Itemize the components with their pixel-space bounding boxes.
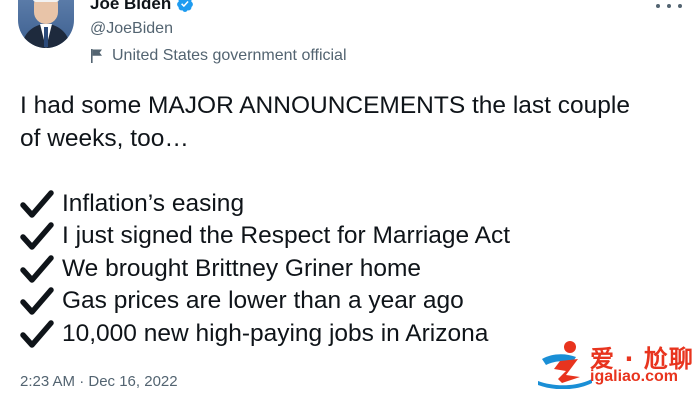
checklist-item: Inflation’s easing (20, 188, 690, 221)
flag-icon (91, 49, 102, 63)
heavy-check-mark-icon (20, 222, 54, 250)
heavy-check-mark-icon (20, 287, 54, 315)
avatar-tie (44, 27, 48, 47)
tweet-intro-line: I had some MAJOR ANNOUNCEMENTS the last … (20, 92, 630, 119)
author-name-row[interactable]: Joe Biden (90, 0, 194, 14)
heavy-check-mark-icon (20, 255, 54, 283)
checklist-item: We brought Brittney Griner home (20, 253, 690, 286)
avatar[interactable] (18, 0, 74, 48)
more-dot (656, 4, 660, 8)
watermark-logo-icon (538, 341, 592, 389)
watermark-url: igaliao.com (590, 368, 679, 385)
tweet-text: I had some MAJOR ANNOUNCEMENTS the last … (20, 90, 690, 350)
checklist-item: I just signed the Respect for Marriage A… (20, 220, 690, 253)
checklist-item-text: I just signed the Respect for Marriage A… (62, 222, 511, 249)
tweet-intro-line: of weeks, too… (20, 124, 189, 152)
government-label[interactable]: United States government official (90, 46, 347, 66)
avatar-hair (33, 0, 59, 2)
checklist-item-text: Gas prices are lower than a year ago (62, 287, 464, 314)
tweet-timestamp[interactable]: 2:23 AM · Dec 16, 2022 (20, 372, 178, 392)
more-dot (667, 4, 671, 8)
heavy-check-mark-icon (20, 190, 54, 218)
site-watermark: 爱 · 尬聊 igaliao.com (536, 335, 696, 395)
government-label-text: United States government official (112, 47, 347, 64)
checklist-item: Gas prices are lower than a year ago (20, 285, 690, 318)
author-handle[interactable]: @JoeBiden (90, 19, 173, 39)
author-display-name[interactable]: Joe Biden (90, 0, 171, 14)
tweet-card: Joe Biden @JoeBiden United States govern… (0, 0, 700, 404)
verified-badge-icon (177, 0, 194, 12)
more-options-icon[interactable] (656, 0, 682, 16)
paragraph-break (20, 155, 690, 188)
checklist-item-text: Inflation’s easing (62, 189, 245, 217)
avatar-face (34, 0, 58, 24)
checklist-item-text: 10,000 new high-paying jobs in Arizona (62, 319, 489, 347)
checklist-item-text: We brought Brittney Griner home (62, 254, 422, 282)
heavy-check-mark-icon (20, 320, 54, 348)
more-dot (678, 4, 682, 8)
